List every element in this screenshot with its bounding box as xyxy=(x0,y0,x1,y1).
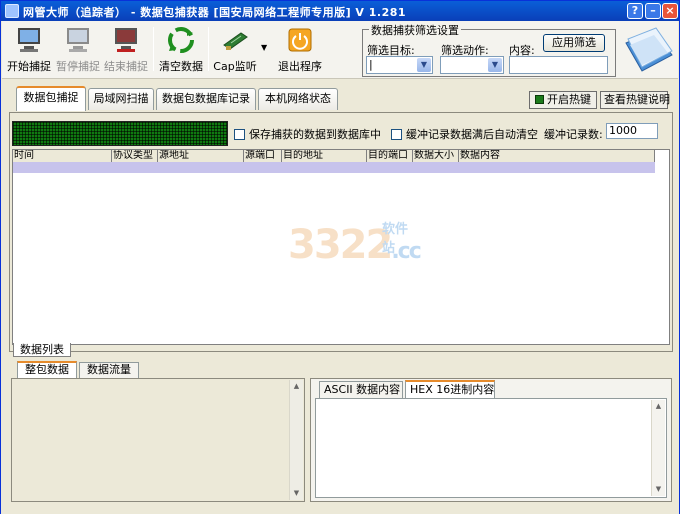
power-icon xyxy=(286,27,314,53)
watermark-sub: 软件站 xyxy=(382,222,409,256)
toolbar-separator xyxy=(153,27,154,71)
column-header[interactable]: 协议类型 xyxy=(112,150,158,162)
monitor-icon xyxy=(15,27,43,53)
scroll-up-icon[interactable]: ▲ xyxy=(290,380,303,393)
buffer-count-input[interactable]: 1000 xyxy=(606,123,658,139)
network-card-icon xyxy=(221,27,249,53)
stop-capture-label: 结束捕捉 xyxy=(104,60,148,73)
minimize-button[interactable]: – xyxy=(645,3,661,19)
monitor-stop-icon xyxy=(112,27,140,53)
scroll-up-icon[interactable]: ▲ xyxy=(652,400,665,413)
tab-packet-capture[interactable]: 数据包捕捉 xyxy=(16,86,86,111)
app-logo-icon xyxy=(620,25,676,77)
table-header: 时间 协议类型 源地址 源端口 目的地址 目的端口 数据大小 数据内容 xyxy=(13,150,655,162)
column-header[interactable]: 数据大小 xyxy=(413,150,459,162)
clear-data-label: 清空数据 xyxy=(159,60,203,73)
cap-listen-button[interactable]: Cap监听 xyxy=(212,27,258,75)
start-capture-label: 开始捕捉 xyxy=(7,60,51,73)
column-header[interactable]: 时间 xyxy=(13,150,112,162)
auto-clear-label: 缓冲记录数据满后自动清空 xyxy=(406,128,538,141)
data-list-tab[interactable]: 数据列表 xyxy=(13,343,71,357)
column-header[interactable]: 源端口 xyxy=(244,150,282,162)
tab-full-packet[interactable]: 整包数据 xyxy=(17,361,77,378)
column-header[interactable]: 目的端口 xyxy=(367,150,413,162)
main-window: 网管大师（追踪者） - 数据包捕获器 [国安局网络工程师专用版] V 1.281… xyxy=(0,0,680,514)
help-button[interactable]: ? xyxy=(627,3,643,19)
pause-capture-label: 暂停捕捉 xyxy=(56,60,100,73)
hex-content-pane[interactable]: ▲ ▼ xyxy=(315,398,667,498)
column-header[interactable]: 数据内容 xyxy=(459,150,655,162)
tab-lan-scan[interactable]: 局域网扫描 xyxy=(88,88,154,110)
apply-filter-button[interactable]: 应用筛选 xyxy=(543,34,605,52)
hotkey-help-button[interactable]: 查看热键说明 xyxy=(600,91,670,109)
tab-data-traffic[interactable]: 数据流量 xyxy=(79,362,139,378)
cap-listen-label: Cap监听 xyxy=(213,60,257,73)
checkbox-box[interactable] xyxy=(391,129,402,140)
filter-group-title: 数据捕获筛选设置 xyxy=(369,22,461,38)
title-bar: 网管大师（追踪者） - 数据包捕获器 [国安局网络工程师专用版] V 1.281… xyxy=(1,1,679,21)
packet-table[interactable]: 时间 协议类型 源地址 源端口 目的地址 目的端口 数据大小 数据内容 3322… xyxy=(12,149,670,345)
packet-detail-pane[interactable]: ▲ ▼ xyxy=(11,378,305,502)
toolbar-separator xyxy=(208,27,209,71)
close-button[interactable]: × xyxy=(662,3,678,19)
auto-clear-checkbox[interactable]: 缓冲记录数据满后自动清空 xyxy=(391,126,538,142)
window-title: 网管大师（追踪者） - 数据包捕获器 [国安局网络工程师专用版] V 1.281 xyxy=(23,6,407,19)
pause-capture-button[interactable]: 暂停捕捉 xyxy=(54,27,102,75)
bottom-left-tab-bar: 整包数据 数据流量 xyxy=(11,361,311,379)
table-row[interactable] xyxy=(13,162,655,173)
start-capture-button[interactable]: 开始捕捉 xyxy=(6,27,52,75)
cap-dropdown-arrow[interactable]: ▼ xyxy=(261,43,267,52)
save-to-db-checkbox[interactable]: 保存捕获的数据到数据库中 xyxy=(234,126,381,142)
buffer-count-label: 缓冲记录数: xyxy=(544,128,603,141)
filter-target-select[interactable]: | ▼ xyxy=(366,56,433,74)
tab-ascii-content[interactable]: ASCII 数据内容 xyxy=(319,381,403,398)
toolbar: 开始捕捉 暂停捕捉 结束捕捉 清空数据 Cap监听 ▼ 退出程序 数据捕获筛选设… xyxy=(2,21,678,79)
tab-network-status[interactable]: 本机网络状态 xyxy=(258,88,338,110)
filter-action-select[interactable]: ▼ xyxy=(440,56,504,74)
exit-program-label: 退出程序 xyxy=(278,60,322,73)
chevron-down-icon[interactable]: ▼ xyxy=(417,58,431,72)
chevron-down-icon[interactable]: ▼ xyxy=(488,58,502,72)
traffic-led-bar xyxy=(12,121,228,146)
hotkey-toggle-button[interactable]: 开启热键 xyxy=(529,91,597,109)
tab-packet-db[interactable]: 数据包数据库记录 xyxy=(156,88,256,110)
column-header[interactable]: 目的地址 xyxy=(282,150,367,162)
network-computers-icon xyxy=(64,27,92,53)
save-to-db-label: 保存捕获的数据到数据库中 xyxy=(249,128,381,141)
main-tab-bar: 数据包捕捉 局域网扫描 数据包数据库记录 本机网络状态 开启热键 查看热键说明 xyxy=(2,81,678,113)
filter-settings-group: 数据捕获筛选设置 筛选目标: 筛选动作: 内容: 应用筛选 | ▼ ▼ xyxy=(362,22,616,77)
column-header[interactable]: 源地址 xyxy=(158,150,244,162)
watermark: 3322.cc 软件站 xyxy=(288,222,422,268)
capture-panel: 保存捕获的数据到数据库中 缓冲记录数据满后自动清空 缓冲记录数: 1000 时间… xyxy=(9,112,673,352)
hotkey-toggle-label: 开启热键 xyxy=(547,93,591,106)
filter-target-value: | xyxy=(369,58,373,71)
content-viewer: ASCII 数据内容 HEX 16进制内容 ▲ ▼ xyxy=(310,378,672,502)
hotkey-indicator-icon xyxy=(535,95,544,104)
recycle-icon xyxy=(167,27,195,53)
status-bar xyxy=(1,504,679,514)
stop-capture-button[interactable]: 结束捕捉 xyxy=(102,27,150,75)
app-icon xyxy=(5,4,19,18)
watermark-text: 3322 xyxy=(288,222,393,268)
clear-data-button[interactable]: 清空数据 xyxy=(157,27,205,75)
vertical-scrollbar[interactable]: ▲ ▼ xyxy=(651,400,665,496)
scroll-down-icon[interactable]: ▼ xyxy=(652,483,665,496)
filter-content-input[interactable] xyxy=(509,56,608,74)
vertical-scrollbar[interactable]: ▲ ▼ xyxy=(289,380,303,500)
checkbox-box[interactable] xyxy=(234,129,245,140)
tab-hex-content[interactable]: HEX 16进制内容 xyxy=(405,380,495,398)
scroll-down-icon[interactable]: ▼ xyxy=(290,487,303,500)
exit-program-button[interactable]: 退出程序 xyxy=(274,27,326,75)
